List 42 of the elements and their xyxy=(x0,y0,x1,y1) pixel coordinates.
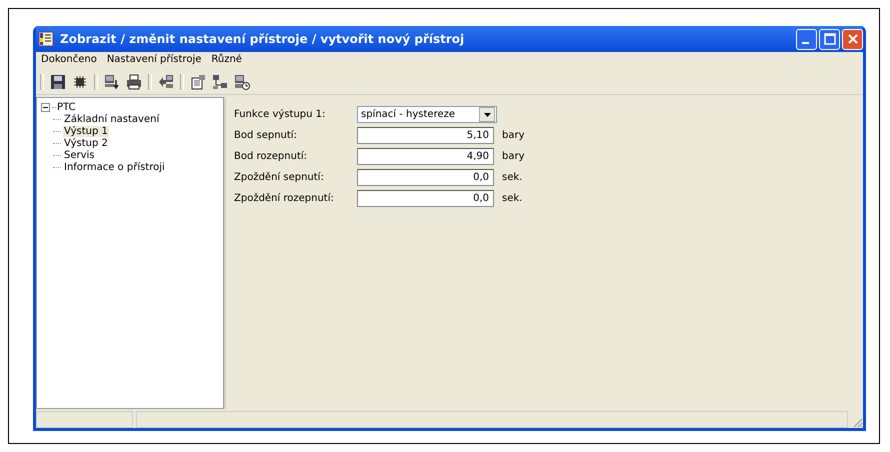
close-icon xyxy=(846,33,858,45)
field-label: Zpoždění rozepnutí: xyxy=(234,193,335,204)
unit-label: sek. xyxy=(502,172,522,183)
computer-transfer-icon[interactable] xyxy=(158,74,174,90)
save-icon[interactable] xyxy=(50,74,66,90)
maximize-icon xyxy=(824,33,836,45)
document-properties-icon[interactable] xyxy=(190,74,206,90)
minimize-icon xyxy=(802,42,808,44)
number-field[interactable]: 0,0 xyxy=(357,169,494,186)
resize-grip-icon[interactable] xyxy=(851,416,863,428)
number-field[interactable]: 0,0 xyxy=(357,190,494,207)
chip-icon[interactable] xyxy=(72,74,88,90)
network-computers-icon[interactable] xyxy=(212,74,228,90)
tree-item[interactable]: Výstup 1 xyxy=(63,126,109,136)
computer-clock-icon[interactable] xyxy=(234,74,250,90)
window-title: Zobrazit / změnit nastavení přístroje / vytvořit nový přístroj xyxy=(60,32,466,46)
minimize-button[interactable] xyxy=(796,28,817,50)
tree-item[interactable]: Informace o přístroji xyxy=(63,162,166,172)
menu-item[interactable]: Nastavení přístroje xyxy=(106,54,202,68)
output-function-dropdown[interactable]: spínací - hystereze xyxy=(357,106,497,123)
computer-download-icon[interactable] xyxy=(104,74,120,90)
menu-item[interactable]: Různé xyxy=(211,54,242,68)
dropdown-caret-icon xyxy=(484,112,490,116)
close-button[interactable] xyxy=(842,28,863,50)
maximize-button[interactable] xyxy=(819,28,840,50)
tree-item[interactable]: Servis xyxy=(63,150,96,160)
field-label: Zpoždění sepnutí: xyxy=(234,172,325,183)
menu-item[interactable]: Dokončeno xyxy=(41,54,97,68)
collapse-icon[interactable] xyxy=(41,102,50,112)
unit-label: bary xyxy=(502,130,525,141)
print-icon[interactable] xyxy=(126,74,142,90)
field-label: Bod sepnutí: xyxy=(234,130,298,141)
number-field[interactable]: 4,90 xyxy=(357,148,494,165)
field-label: Bod rozepnutí: xyxy=(234,151,308,162)
number-field[interactable]: 5,10 xyxy=(357,127,494,144)
unit-label: sek. xyxy=(502,193,522,204)
field-label: Funkce výstupu 1: xyxy=(234,109,326,120)
unit-label: bary xyxy=(502,151,525,162)
tree-item[interactable]: Výstup 2 xyxy=(63,138,109,148)
tree-item[interactable]: Základní nastavení xyxy=(63,114,160,124)
tree-item[interactable]: PTC xyxy=(56,102,77,112)
app-icon xyxy=(38,31,54,47)
